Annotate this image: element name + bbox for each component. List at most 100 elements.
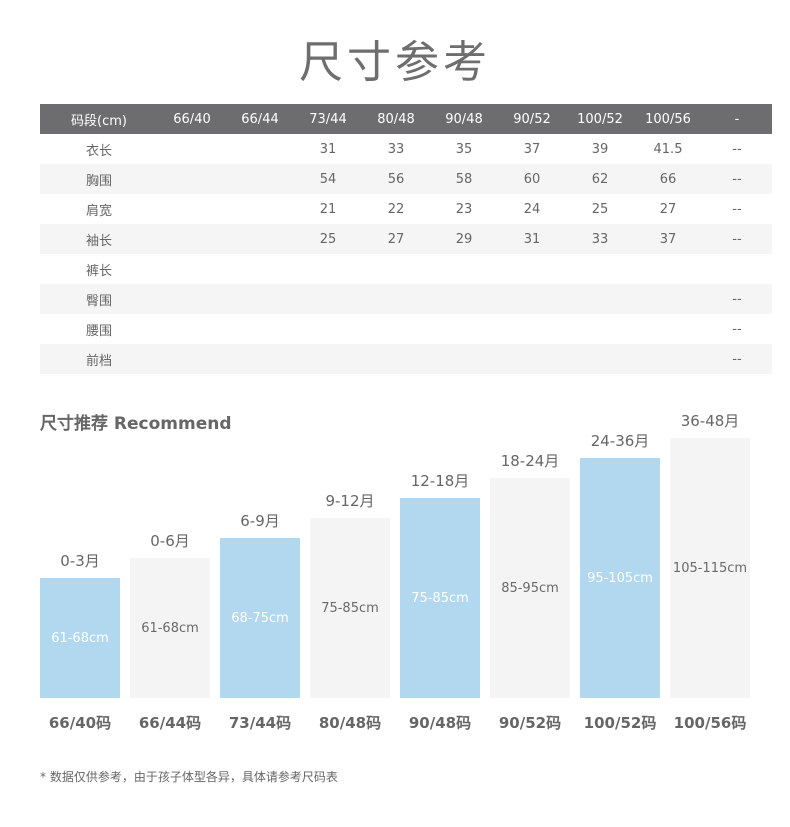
table-cell — [498, 314, 566, 344]
table-cell — [430, 314, 498, 344]
table-cell — [226, 284, 294, 314]
age-label: 36-48月 — [680, 412, 740, 430]
table-cell: -- — [732, 321, 742, 337]
table-cell — [226, 134, 294, 164]
table-cell: 24 — [523, 201, 541, 217]
table-cell — [634, 284, 702, 314]
size-label: 100/52码 — [583, 714, 657, 732]
table-cell — [226, 344, 294, 374]
size-table-header: 码段(cm) 66/40 66/44 73/44 80/48 90/48 90/… — [40, 104, 772, 134]
table-cell — [226, 254, 294, 284]
table-cell: 62 — [566, 164, 634, 194]
size-table: 码段(cm) 66/40 66/44 73/44 80/48 90/48 90/… — [40, 104, 772, 374]
table-row: 臀围 -- — [40, 284, 772, 314]
size-label: 66/40码 — [48, 714, 112, 732]
height-bar: 75-85cm — [310, 518, 390, 698]
size-label: 100/56码 — [673, 714, 747, 732]
table-cell: 25 — [294, 224, 362, 254]
table-cell — [498, 254, 566, 284]
table-cell — [430, 284, 498, 314]
age-label: 24-36月 — [590, 432, 650, 450]
table-cell: -- — [702, 344, 772, 374]
size-label: 90/48码 — [408, 714, 472, 732]
table-cell — [634, 344, 702, 374]
table-cell — [566, 284, 634, 314]
table-cell: 29 — [430, 224, 498, 254]
table-cell — [362, 254, 430, 284]
height-bar: 61-68cm — [130, 558, 210, 698]
table-cell: 25 — [591, 201, 609, 217]
size-table-body: 衣长 31 33 35 37 39 41.5 -- 胸围 54 56 58 60 62 66 -- 肩宽 21 22… — [40, 134, 772, 374]
table-cell — [634, 254, 702, 284]
age-label: 18-24月 — [500, 452, 560, 470]
footnote: * 数据仅供参考，由于孩子体型各异，具体请参考尺码表 — [40, 770, 338, 784]
header-cell: 73/44 — [294, 104, 362, 134]
header-cell: - — [702, 104, 772, 134]
table-row: 袖长 25 27 29 31 33 37 -- — [40, 224, 772, 254]
table-cell: 35 — [455, 141, 473, 157]
table-row: 衣长 31 33 35 37 39 41.5 -- — [40, 134, 772, 164]
table-cell: 31 — [498, 224, 566, 254]
table-cell — [158, 314, 226, 344]
table-cell: 58 — [430, 164, 498, 194]
header-cell: 码段(cm) — [40, 104, 158, 134]
table-cell: 21 — [319, 201, 337, 217]
table-cell: 27 — [362, 224, 430, 254]
table-cell: 31 — [319, 141, 337, 157]
table-cell — [158, 134, 226, 164]
table-cell: 23 — [455, 201, 473, 217]
table-cell — [294, 314, 362, 344]
header-cell: 90/52 — [498, 104, 566, 134]
row-label: 腰围 — [85, 323, 112, 339]
table-cell: 33 — [566, 224, 634, 254]
table-cell — [158, 344, 226, 374]
table-cell — [226, 194, 294, 224]
recommend-title: 尺寸推荐 Recommend — [40, 414, 232, 434]
table-row: 腰围 -- — [40, 314, 772, 344]
table-cell: 37 — [523, 141, 541, 157]
age-label: 9-12月 — [325, 492, 375, 510]
table-cell — [430, 254, 498, 284]
table-row: 胸围 54 56 58 60 62 66 -- — [40, 164, 772, 194]
size-label: 80/48码 — [318, 714, 382, 732]
table-cell — [362, 284, 430, 314]
row-label: 裤长 — [85, 263, 112, 279]
age-label: 0-3月 — [60, 552, 100, 570]
table-cell — [158, 194, 226, 224]
table-cell — [294, 284, 362, 314]
table-cell: 27 — [659, 201, 677, 217]
age-label: 0-6月 — [150, 532, 190, 550]
row-label: 前档 — [40, 344, 158, 374]
row-label: 臀围 — [40, 284, 158, 314]
height-bar: 85-95cm — [490, 478, 570, 698]
table-cell: -- — [732, 141, 742, 157]
table-cell: 54 — [294, 164, 362, 194]
row-label: 衣长 — [85, 143, 112, 159]
table-cell — [226, 224, 294, 254]
header-cell: 66/40 — [158, 104, 226, 134]
header-cell: 66/44 — [226, 104, 294, 134]
table-row: 前档 -- — [40, 344, 772, 374]
table-cell — [294, 344, 362, 374]
table-cell: -- — [702, 164, 772, 194]
page-title: 尺寸参考 — [299, 37, 491, 88]
table-cell: 22 — [387, 201, 405, 217]
header-cell: 100/56 — [634, 104, 702, 134]
size-label: 66/44码 — [138, 714, 202, 732]
header-cell: 100/52 — [566, 104, 634, 134]
table-cell — [566, 344, 634, 374]
age-label: 12-18月 — [410, 472, 470, 490]
header-cell: 90/48 — [430, 104, 498, 134]
table-cell — [362, 344, 430, 374]
height-bar: 75-85cm — [400, 498, 480, 698]
table-cell — [430, 344, 498, 374]
table-cell — [566, 314, 634, 344]
table-cell — [498, 284, 566, 314]
age-label: 6-9月 — [240, 512, 280, 530]
height-bar: 61-68cm — [40, 578, 120, 698]
table-cell: -- — [702, 224, 772, 254]
table-cell: 41.5 — [653, 141, 683, 157]
height-bar: 68-75cm — [220, 538, 300, 698]
table-cell: 56 — [362, 164, 430, 194]
table-cell — [634, 314, 702, 344]
